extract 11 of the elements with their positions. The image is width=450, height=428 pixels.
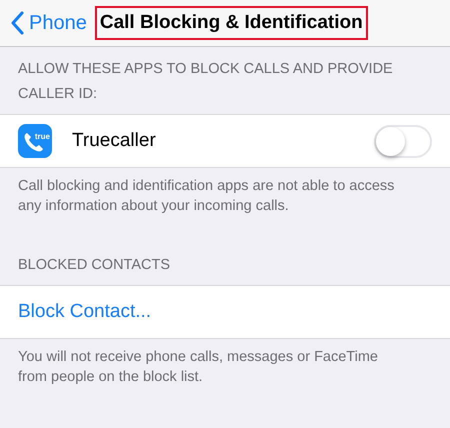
toggle-switch[interactable]	[374, 124, 432, 158]
screen-title: Call Blocking & Identification	[94, 6, 368, 40]
section-footer: You will not receive phone calls, messages or FaceTime from people on the block list.	[0, 339, 450, 411]
block-contact-link[interactable]: Block Contact...	[18, 301, 152, 323]
section-header: ALLOW THESE APPS TO BLOCK CALLS AND PROVIDE CALLER ID:	[17, 60, 394, 104]
app-name: Truecaller	[72, 130, 157, 152]
section-header: BLOCKED CONTACTS	[17, 256, 172, 275]
section-footer: Call blocking and identification apps are not able to access any information about your incoming calls.	[0, 168, 450, 240]
back-button[interactable]: Phone	[10, 11, 87, 35]
phone-app-icon: true	[18, 124, 52, 158]
back-chevron-icon	[10, 11, 24, 35]
